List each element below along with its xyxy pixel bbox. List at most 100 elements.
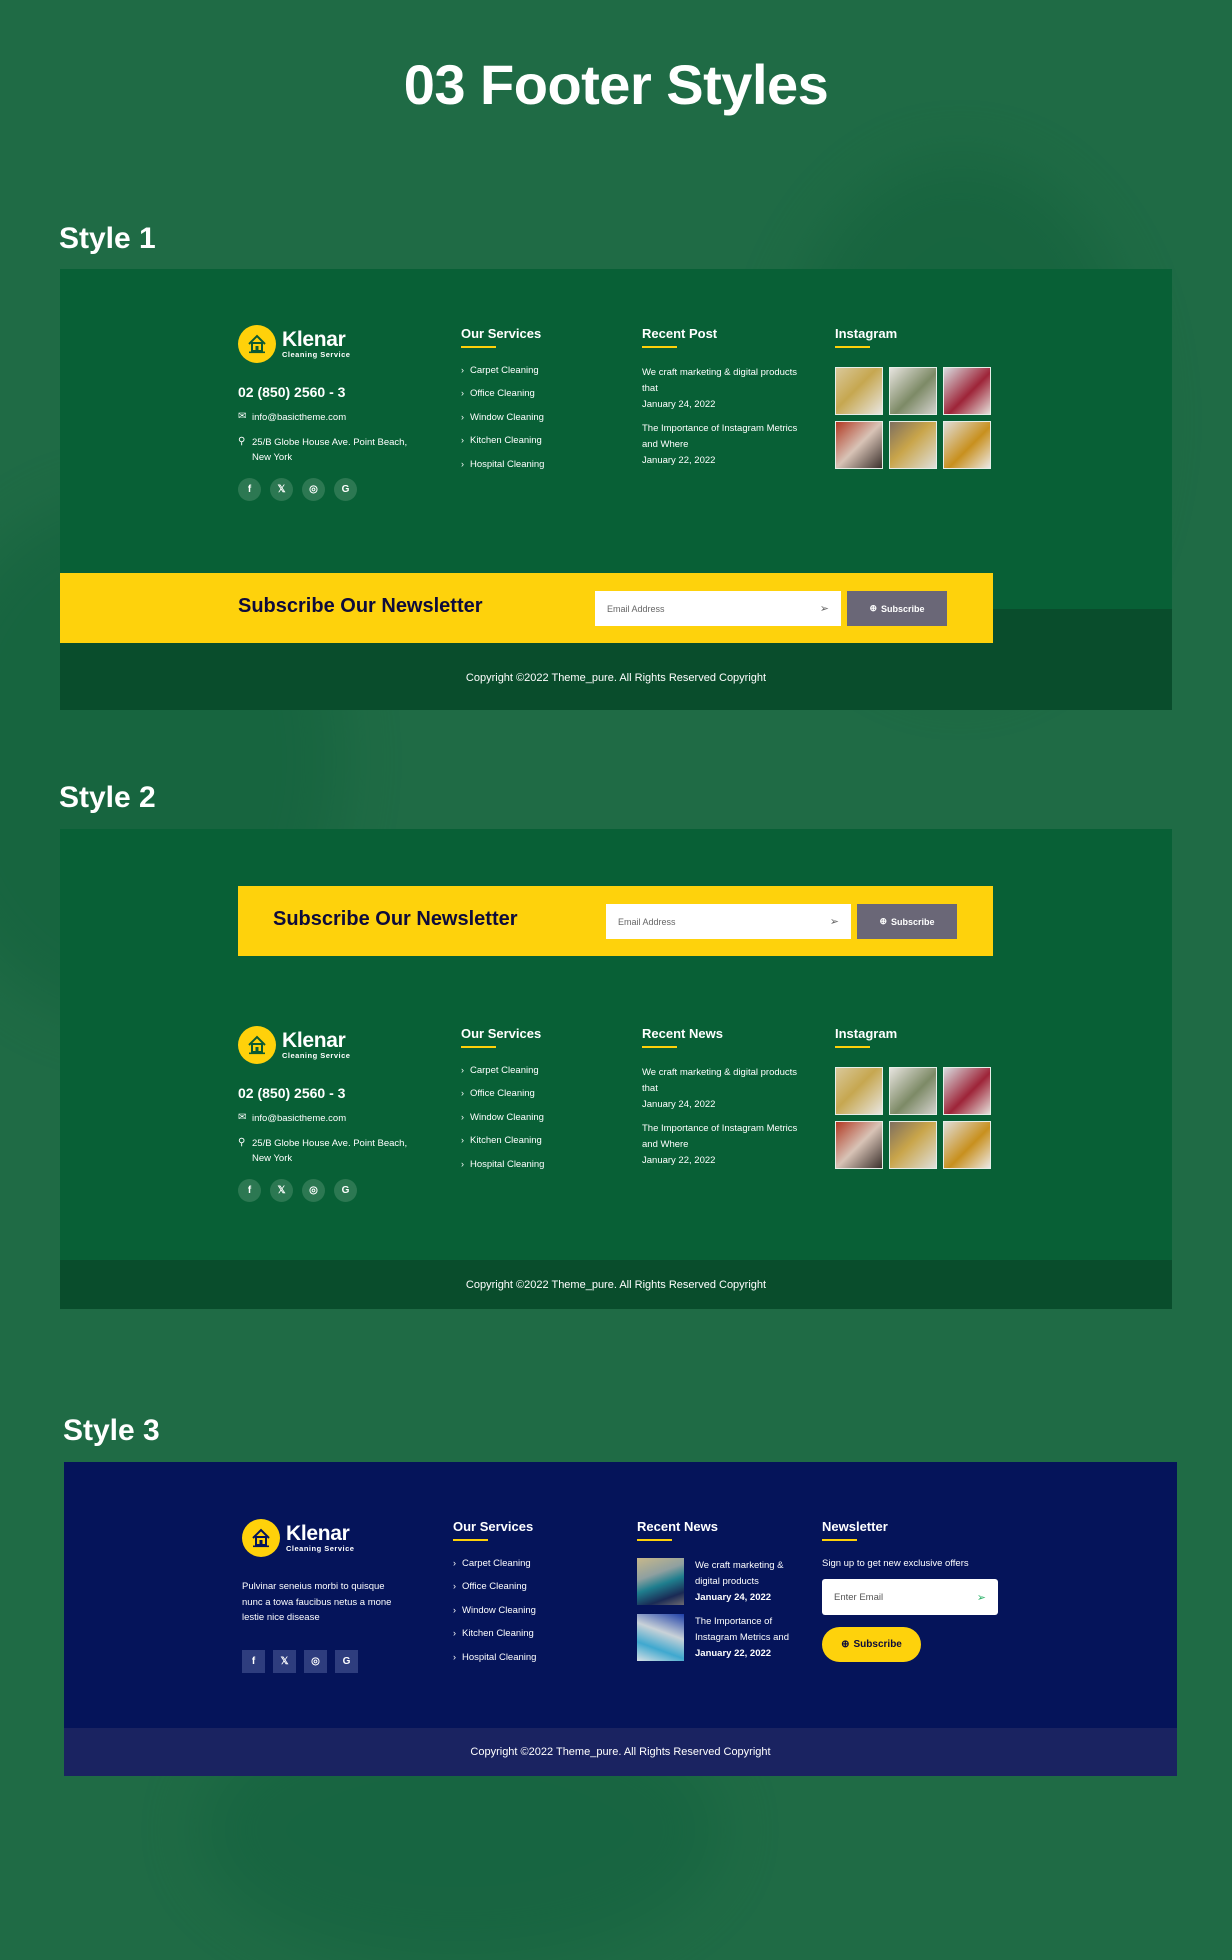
chevron-right-icon: ›	[461, 411, 464, 422]
post-item[interactable]: We craft marketing & digital products th…	[642, 1065, 812, 1113]
email-placeholder: Email Address	[607, 603, 665, 614]
arrow-circle-icon: ⊕	[869, 603, 878, 613]
news-item[interactable]: We craft marketing & digital products Ja…	[637, 1558, 795, 1606]
title-underline	[453, 1539, 488, 1541]
subscribe-button[interactable]: ⊕ Subscribe	[822, 1627, 921, 1662]
instagram-photo[interactable]	[889, 367, 937, 415]
post-title: We craft marketing & digital products th…	[642, 367, 798, 394]
instagram-photo[interactable]	[835, 1121, 883, 1169]
social-links: f 𝕏 ◎ G	[238, 478, 418, 501]
brand-name: Klenar	[282, 1029, 346, 1053]
service-link[interactable]: › Window Cleaning	[453, 1605, 536, 1628]
newsletter-bar: Subscribe Our Newsletter Email Address ➢…	[238, 886, 993, 956]
service-link[interactable]: › Carpet Cleaning	[453, 1558, 536, 1581]
news-date: January 24, 2022	[695, 1592, 772, 1603]
copyright-text: Copyright ©2022 Theme_pure. All Rights R…	[465, 671, 767, 684]
newsletter-title: Newsletter	[822, 1519, 888, 1534]
instagram-photo[interactable]	[835, 421, 883, 469]
logo[interactable]: Klenar Cleaning Service	[238, 325, 418, 363]
email-address: info@basictheme.com	[252, 1113, 347, 1124]
copyright-bar: Copyright ©2022 Theme_pure. All Rights R…	[60, 1260, 1172, 1309]
email-row[interactable]: ✉ info@basictheme.com	[238, 1111, 418, 1126]
instagram-photo[interactable]	[889, 421, 937, 469]
email-placeholder: Email Address	[618, 916, 676, 927]
title-underline	[835, 346, 870, 348]
instagram-photo[interactable]	[835, 1067, 883, 1115]
news-date: January 22, 2022	[695, 1648, 772, 1659]
instagram-photo[interactable]	[943, 1067, 991, 1115]
post-item[interactable]: The Importance of Instagram Metrics and …	[642, 1121, 812, 1169]
social-links: f 𝕏 ◎ G	[238, 1179, 418, 1202]
service-link[interactable]: › Office Cleaning	[453, 1581, 536, 1604]
service-link[interactable]: › Kitchen Cleaning	[461, 1135, 544, 1158]
instagram-photo[interactable]	[889, 1067, 937, 1115]
map-pin-icon: ⚲	[238, 436, 246, 447]
twitter-icon[interactable]: 𝕏	[270, 478, 293, 501]
service-link[interactable]: › Kitchen Cleaning	[461, 435, 544, 458]
news-item[interactable]: The Importance of Instagram Metrics and …	[637, 1614, 795, 1662]
brand-column: Klenar Cleaning Service Pulvinar seneius…	[242, 1519, 422, 1673]
subscribe-button[interactable]: ⊕ Subscribe	[857, 904, 957, 939]
email-input[interactable]: Enter Email ➢	[822, 1579, 998, 1615]
twitter-icon[interactable]: 𝕏	[270, 1179, 293, 1202]
service-link[interactable]: › Carpet Cleaning	[461, 365, 544, 388]
instagram-photo[interactable]	[889, 1121, 937, 1169]
instagram-photo[interactable]	[835, 367, 883, 415]
newsletter-column: Newsletter Sign up to get new exclusive …	[822, 1519, 998, 1662]
title-underline	[822, 1539, 857, 1541]
post-date: January 22, 2022	[642, 1155, 716, 1166]
logo[interactable]: Klenar Cleaning Service	[242, 1519, 422, 1557]
services-column: Our Services › Carpet Cleaning › Office Cl…	[461, 1026, 544, 1182]
google-icon[interactable]: G	[334, 1179, 357, 1202]
email-address: info@basictheme.com	[252, 412, 347, 423]
service-link[interactable]: › Hospital Cleaning	[453, 1652, 536, 1675]
instagram-grid	[835, 367, 991, 469]
logo[interactable]: Klenar Cleaning Service	[238, 1026, 418, 1064]
services-title: Our Services	[461, 1026, 542, 1041]
service-link[interactable]: › Carpet Cleaning	[461, 1065, 544, 1088]
chevron-right-icon: ›	[461, 365, 464, 375]
service-link[interactable]: › Office Cleaning	[461, 1088, 544, 1111]
subscribe-button[interactable]: ⊕ Subscribe	[847, 591, 947, 626]
google-icon[interactable]: G	[334, 478, 357, 501]
post-item[interactable]: We craft marketing & digital products th…	[642, 365, 812, 413]
instagram-photo[interactable]	[943, 421, 991, 469]
post-item[interactable]: The Importance of Instagram Metrics and …	[642, 421, 812, 469]
service-link[interactable]: › Window Cleaning	[461, 412, 544, 435]
email-input[interactable]: Email Address ➢	[606, 904, 851, 939]
chevron-right-icon: ›	[461, 388, 464, 399]
title-underline	[637, 1539, 672, 1541]
footer-style-2: Subscribe Our Newsletter Email Address ➢…	[60, 829, 1172, 1309]
twitter-icon[interactable]: 𝕏	[273, 1649, 296, 1673]
envelope-icon: ✉	[238, 1112, 247, 1123]
recent-news-column: Recent News We craft marketing & digital…	[642, 1026, 812, 1169]
instagram-photo[interactable]	[943, 367, 991, 415]
instagram-icon[interactable]: ◎	[302, 478, 325, 501]
instagram-column: Instagram	[835, 1026, 991, 1169]
copyright-text: Copyright ©2022 Theme_pure. All Rights R…	[465, 1278, 767, 1291]
service-link[interactable]: › Office Cleaning	[461, 388, 544, 411]
address-text: 25/B Globe House Ave. Point Beach, New Y…	[252, 437, 408, 463]
facebook-icon[interactable]: f	[242, 1649, 265, 1673]
chevron-right-icon: ›	[453, 1628, 456, 1639]
phone-number[interactable]: 02 (850) 2560 - 3	[238, 1085, 418, 1101]
facebook-icon[interactable]: f	[238, 1179, 261, 1202]
service-link[interactable]: › Window Cleaning	[461, 1112, 544, 1135]
email-row[interactable]: ✉ info@basictheme.com	[238, 410, 418, 425]
facebook-icon[interactable]: f	[238, 478, 261, 501]
service-link[interactable]: › Hospital Cleaning	[461, 459, 544, 482]
paper-plane-icon: ➢	[976, 1591, 986, 1604]
newsletter-bar: Subscribe Our Newsletter Email Address ➢…	[60, 573, 993, 643]
instagram-icon[interactable]: ◎	[302, 1179, 325, 1202]
service-link[interactable]: › Kitchen Cleaning	[453, 1628, 536, 1651]
google-icon[interactable]: G	[335, 1649, 358, 1673]
recent-news-title: Recent News	[637, 1519, 718, 1534]
phone-number[interactable]: 02 (850) 2560 - 3	[238, 384, 418, 400]
instagram-icon[interactable]: ◎	[304, 1649, 327, 1673]
email-input[interactable]: Email Address ➢	[595, 591, 841, 626]
instagram-photo[interactable]	[943, 1121, 991, 1169]
service-link[interactable]: › Hospital Cleaning	[461, 1159, 544, 1182]
brand-tagline: Cleaning Service	[282, 1051, 351, 1061]
post-date: January 22, 2022	[642, 455, 716, 466]
recent-post-column: Recent Post We craft marketing & digital…	[642, 326, 812, 469]
